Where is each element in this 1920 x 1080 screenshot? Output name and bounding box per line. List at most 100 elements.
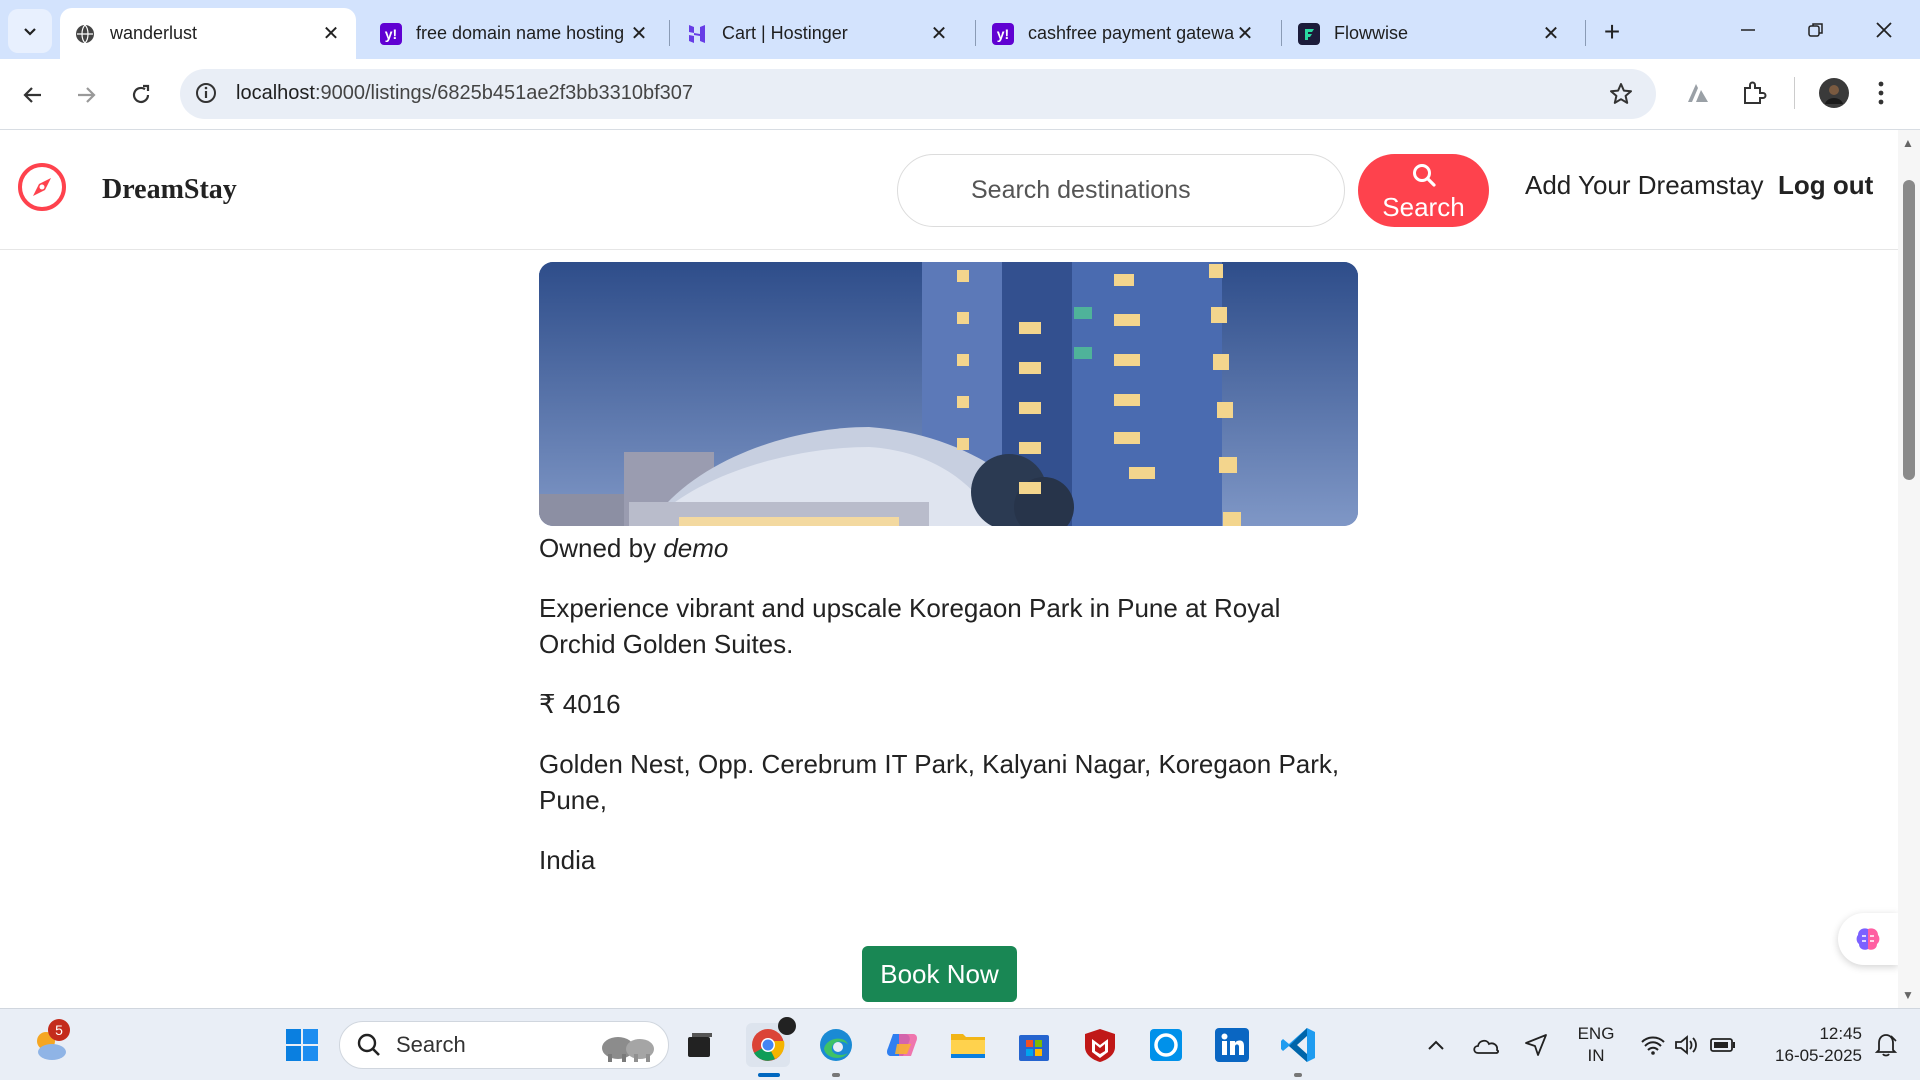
task-view-button[interactable] [678,1023,722,1067]
taskbar-file-explorer[interactable] [946,1023,990,1067]
folder-icon [951,1034,985,1058]
taskbar-search-box[interactable]: Search [339,1021,669,1069]
taskbar-copilot[interactable] [880,1023,924,1067]
close-tab-icon[interactable]: ✕ [928,23,950,45]
compass-icon[interactable] [17,162,67,217]
close-tab-icon[interactable]: ✕ [1234,23,1256,45]
add-dreamstay-link[interactable]: Add Your Dreamstay [1525,170,1763,201]
reload-button[interactable] [122,76,160,114]
site-navbar: DreamStay Search destinations Search Add… [0,130,1898,250]
site-info-icon[interactable] [194,81,218,110]
scrollbar-thumb[interactable] [1903,180,1915,480]
windows-taskbar: 5 Search ENG IN 12:45 16-05-2025 [0,1008,1920,1080]
scroll-down-arrow-icon[interactable]: ▼ [1902,988,1914,1002]
arrow-left-icon [23,87,41,103]
yahoo-icon: y! [380,22,402,45]
clock-date: 16-05-2025 [1775,1046,1862,1065]
circle-app-icon [1150,1029,1182,1061]
minimize-button[interactable] [1726,10,1770,50]
page-viewport: DreamStay Search destinations Search Add… [0,130,1898,1008]
volume-tray[interactable] [1670,1023,1704,1067]
region-code: IN [1587,1046,1605,1065]
taskbar-vscode[interactable] [1276,1023,1320,1067]
url-text[interactable]: localhost:9000/listings/6825b451ae2f3bb3… [236,82,693,105]
weather-widget[interactable]: 5 [28,1019,72,1067]
address-bar[interactable]: localhost:9000/listings/6825b451ae2f3bb3… [180,69,1656,119]
tab-title: wanderlust [110,23,198,43]
back-button[interactable] [14,76,52,114]
taskbar-linkedin[interactable] [1210,1023,1254,1067]
search-button-label: Search [1382,191,1465,222]
onedrive-tray[interactable] [1468,1023,1504,1067]
ai-assistant-button[interactable] [1838,913,1898,965]
speaker-icon [1675,1035,1697,1055]
page-scrollbar[interactable]: ▲ ▼ [1898,130,1920,1008]
url-host: localhost [236,82,315,104]
location-tray[interactable] [1518,1023,1554,1067]
copilot-icon [887,1034,917,1056]
new-tab-button[interactable]: + [1594,14,1630,50]
chrome-profile-badge [778,1017,796,1035]
logout-link[interactable]: Log out [1778,170,1873,201]
tab-flowwise[interactable]: Flowwise ✕ [1284,8,1576,59]
clock[interactable]: 12:45 16-05-2025 [1752,1023,1862,1067]
chrome-active-indicator [758,1073,780,1077]
close-tab-icon[interactable]: ✕ [628,23,650,45]
edge-running-indicator [832,1073,840,1077]
taskbar-chrome[interactable] [746,1017,796,1067]
onedrive-cloud-icon [1473,1039,1499,1054]
taskbar-edge[interactable] [814,1023,858,1067]
taskbar-cortana-app[interactable] [1144,1023,1188,1067]
close-tab-icon[interactable]: ✕ [1540,23,1562,45]
wifi-tray[interactable] [1636,1023,1670,1067]
tab-wanderlust[interactable]: wanderlust ✕ [60,8,356,59]
store-icon [1019,1035,1049,1061]
toolbar-divider [1794,77,1795,109]
hostinger-icon [686,23,708,45]
tab-title: cashfree payment gateway [1028,23,1234,43]
windows-logo-icon [286,1029,318,1061]
search-destinations-input[interactable]: Search destinations [897,154,1345,227]
close-window-button[interactable] [1862,10,1906,50]
owner-line: Owned by demo [539,530,1359,566]
tab-free-domain[interactable]: y! free domain name hosting ✕ [366,8,664,59]
extensions-puzzle-icon[interactable] [1740,79,1768,112]
yahoo-icon: y! [992,22,1014,45]
linkedin-icon [1215,1028,1249,1062]
chevron-down-icon [24,28,36,36]
tab-title: Cart | Hostinger [722,23,848,43]
listing-country: India [539,845,596,875]
menu-dots-icon[interactable] [1876,79,1886,112]
tab-search-button[interactable] [8,9,52,53]
battery-tray[interactable] [1706,1023,1740,1067]
listing-price: ₹ 4016 [539,689,621,719]
language-indicator[interactable]: ENG IN [1572,1023,1620,1067]
restore-button[interactable] [1794,10,1838,50]
search-icon [357,1033,380,1056]
chevron-up-icon [1428,1040,1444,1050]
wifi-icon [1641,1036,1665,1055]
tab-separator [975,20,976,46]
notifications-button[interactable] [1868,1023,1904,1067]
book-now-button[interactable]: Book Now [862,946,1017,1002]
vscode-running-indicator [1294,1073,1302,1077]
taskbar-microsoft-store[interactable] [1012,1023,1056,1067]
tab-separator [669,20,670,46]
mcafee-shield-icon [1085,1029,1115,1062]
taskbar-mcafee[interactable] [1078,1023,1122,1067]
bookmark-star-icon[interactable] [1608,81,1634,112]
extension-a-icon[interactable] [1684,79,1712,112]
forward-button[interactable] [67,76,105,114]
brand-name[interactable]: DreamStay [102,174,237,206]
taskbar-search-label: Search [396,1032,466,1057]
start-button[interactable] [280,1023,324,1067]
tab-hostinger[interactable]: Cart | Hostinger ✕ [672,8,964,59]
search-button[interactable]: Search [1358,154,1489,227]
show-hidden-icons-button[interactable] [1420,1023,1452,1067]
tab-cashfree[interactable]: y! cashfree payment gateway ✕ [978,8,1270,59]
close-tab-icon[interactable]: ✕ [320,23,342,45]
profile-avatar[interactable] [1818,77,1850,114]
scroll-up-arrow-icon[interactable]: ▲ [1902,136,1914,150]
url-path: :9000/listings/6825b451ae2f3bb3310bf307 [314,82,694,104]
owned-prefix: Owned by [539,533,657,563]
